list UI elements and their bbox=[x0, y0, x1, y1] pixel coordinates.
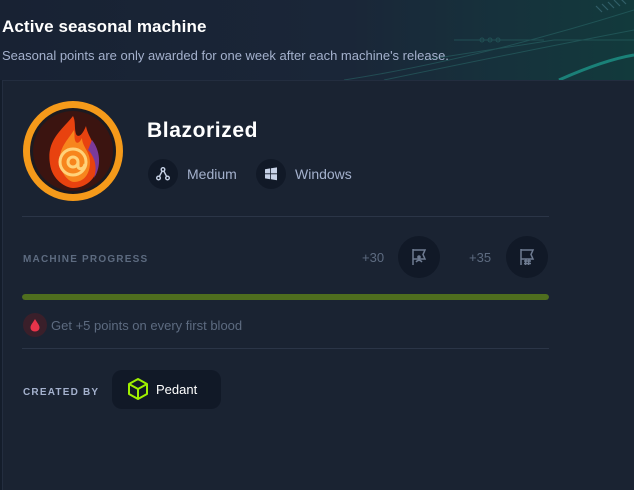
page-subtitle: Seasonal points are only awarded for one… bbox=[2, 48, 449, 63]
divider bbox=[22, 216, 549, 217]
header-banner: Active seasonal machine Seasonal points … bbox=[0, 0, 634, 80]
root-flag-points: +35 bbox=[469, 250, 492, 265]
divider bbox=[22, 348, 549, 349]
difficulty-label: Medium bbox=[187, 166, 237, 182]
blood-drop-icon bbox=[23, 313, 47, 337]
user-flag-button[interactable] bbox=[398, 236, 440, 278]
machine-progress-label: MACHINE PROGRESS bbox=[23, 254, 149, 265]
creator-name[interactable]: Pedant bbox=[156, 382, 197, 397]
first-blood-text: Get +5 points on every first blood bbox=[51, 318, 243, 333]
creator-chip[interactable]: Pedant bbox=[112, 370, 221, 409]
machine-avatar-flame-at-icon[interactable] bbox=[22, 100, 124, 202]
created-by-label: CREATED BY bbox=[23, 387, 100, 398]
user-flag-points: +30 bbox=[362, 250, 385, 265]
root-flag-icon bbox=[520, 249, 535, 266]
user-flag-icon bbox=[412, 249, 427, 265]
machine-name[interactable]: Blazorized bbox=[147, 119, 258, 143]
windows-icon bbox=[256, 159, 286, 189]
machine-progress-bar bbox=[22, 294, 549, 300]
root-flag-button[interactable] bbox=[506, 236, 548, 278]
os-label: Windows bbox=[295, 166, 352, 182]
cube-icon bbox=[128, 378, 148, 400]
difficulty-icon bbox=[148, 159, 178, 189]
page-title: Active seasonal machine bbox=[2, 17, 207, 36]
circuit-decoration-icon bbox=[343, 0, 634, 80]
machine-progress-fill bbox=[22, 294, 549, 300]
